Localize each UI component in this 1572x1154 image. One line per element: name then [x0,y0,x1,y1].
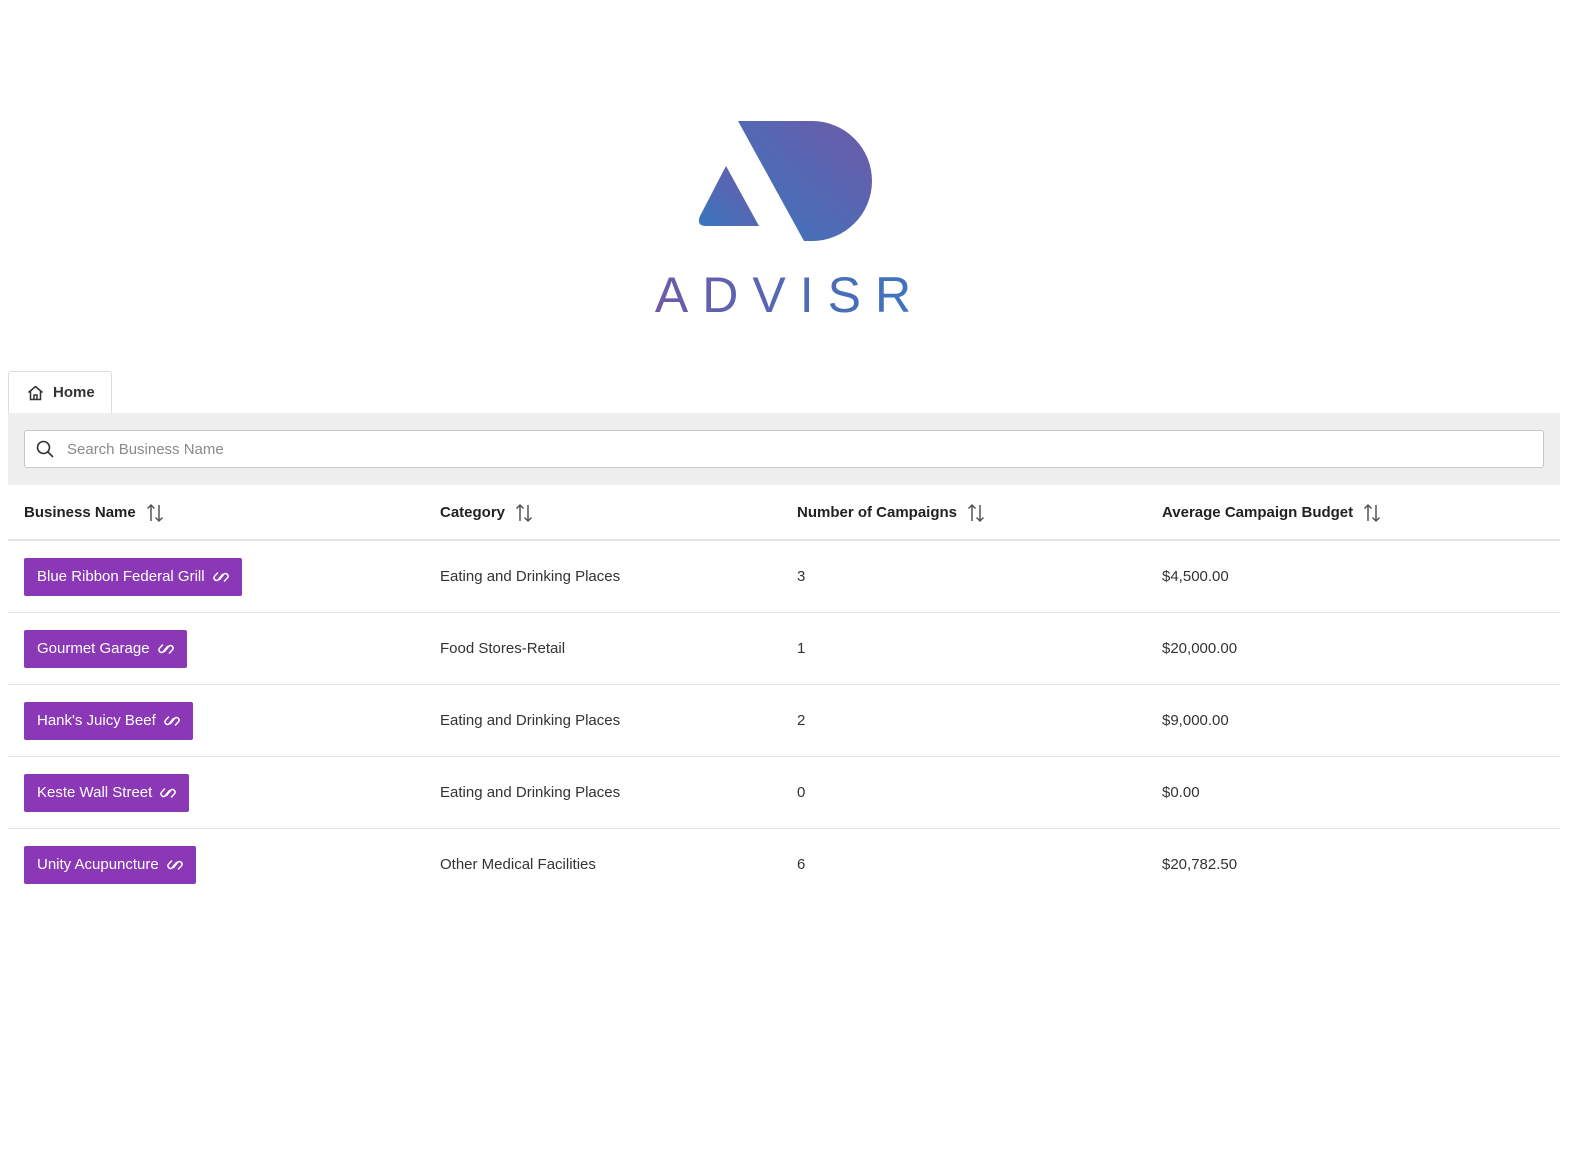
home-icon [28,385,43,400]
table-row: Blue Ribbon Federal Grill Eating and Dri… [8,541,1560,613]
column-header-business-name[interactable]: Business Name [24,486,164,539]
business-link-button[interactable]: Blue Ribbon Federal Grill [24,557,242,596]
column-label: Average Campaign Budget [1162,504,1354,521]
tab-home-label: Home [53,384,95,401]
business-link-button[interactable]: Unity Acupuncture [24,845,196,884]
search-input[interactable] [65,439,1529,459]
business-name: Keste Wall Street [37,784,153,801]
column-header-category[interactable]: Category [440,486,533,539]
budget-cell: $20,000.00 [1162,640,1238,657]
category-cell: Eating and Drinking Places [440,568,621,585]
logo-header: ADVISR [0,0,1572,360]
tab-home[interactable]: Home [8,371,112,414]
campaigns-cell: 0 [797,784,806,801]
link-icon [163,715,180,726]
campaigns-cell: 1 [797,640,806,657]
business-link-button[interactable]: Hank's Juicy Beef [24,701,193,740]
business-link-button[interactable]: Gourmet Garage [24,629,187,668]
business-name-cell: Blue Ribbon Federal Grill [24,541,242,612]
column-label: Number of Campaigns [797,504,958,521]
advisr-wordmark: ADVISR [655,267,925,323]
business-name-cell: Hank's Juicy Beef [24,685,193,756]
campaigns-cell: 3 [797,568,806,585]
business-name: Gourmet Garage [37,640,150,657]
sort-icon [146,503,163,522]
link-icon [212,571,229,582]
column-header-number-of-campaigns[interactable]: Number of Campaigns [797,486,985,539]
column-label: Business Name [24,504,136,521]
category-cell: Food Stores-Retail [440,640,566,657]
sort-icon [1364,503,1381,522]
column-label: Category [440,504,506,521]
business-name: Unity Acupuncture [37,856,159,873]
tab-bar: Home [8,371,1560,414]
budget-cell: $0.00 [1162,784,1200,801]
business-name-cell: Keste Wall Street [24,757,190,828]
table-body: Blue Ribbon Federal Grill Eating and Dri… [8,541,1560,900]
table-row: Hank's Juicy Beef Eating and Drinking Pl… [8,685,1560,757]
budget-cell: $20,782.50 [1162,856,1238,873]
category-cell: Eating and Drinking Places [440,712,621,729]
campaigns-cell: 2 [797,712,806,729]
search-icon [25,440,65,458]
sort-icon [516,503,533,522]
brand-wordmark: ADVISR [655,267,925,323]
category-cell: Other Medical Facilities [440,856,596,873]
search-box [24,430,1544,468]
link-icon [166,859,183,870]
search-band [8,413,1560,485]
table-header: Business Name Category Number of Campaig… [8,486,1560,541]
link-icon [160,787,177,798]
column-header-average-campaign-budget[interactable]: Average Campaign Budget [1162,486,1381,539]
budget-cell: $9,000.00 [1162,712,1229,729]
business-name-cell: Gourmet Garage [24,613,187,684]
campaigns-cell: 6 [797,856,806,873]
advisr-logo-icon [698,121,872,241]
business-table: Business Name Category Number of Campaig… [8,486,1560,900]
table-row: Gourmet Garage Food Stores-Retail 1 $20,… [8,613,1560,685]
budget-cell: $4,500.00 [1162,568,1229,585]
sort-icon [968,503,985,522]
business-name-cell: Unity Acupuncture [24,829,196,900]
business-name: Hank's Juicy Beef [37,712,156,729]
link-icon [157,643,174,654]
table-row: Keste Wall Street Eating and Drinking Pl… [8,757,1560,829]
category-cell: Eating and Drinking Places [440,784,621,801]
business-link-button[interactable]: Keste Wall Street [24,773,190,812]
table-row: Unity Acupuncture Other Medical Faciliti… [8,829,1560,900]
business-name: Blue Ribbon Federal Grill [37,568,205,585]
